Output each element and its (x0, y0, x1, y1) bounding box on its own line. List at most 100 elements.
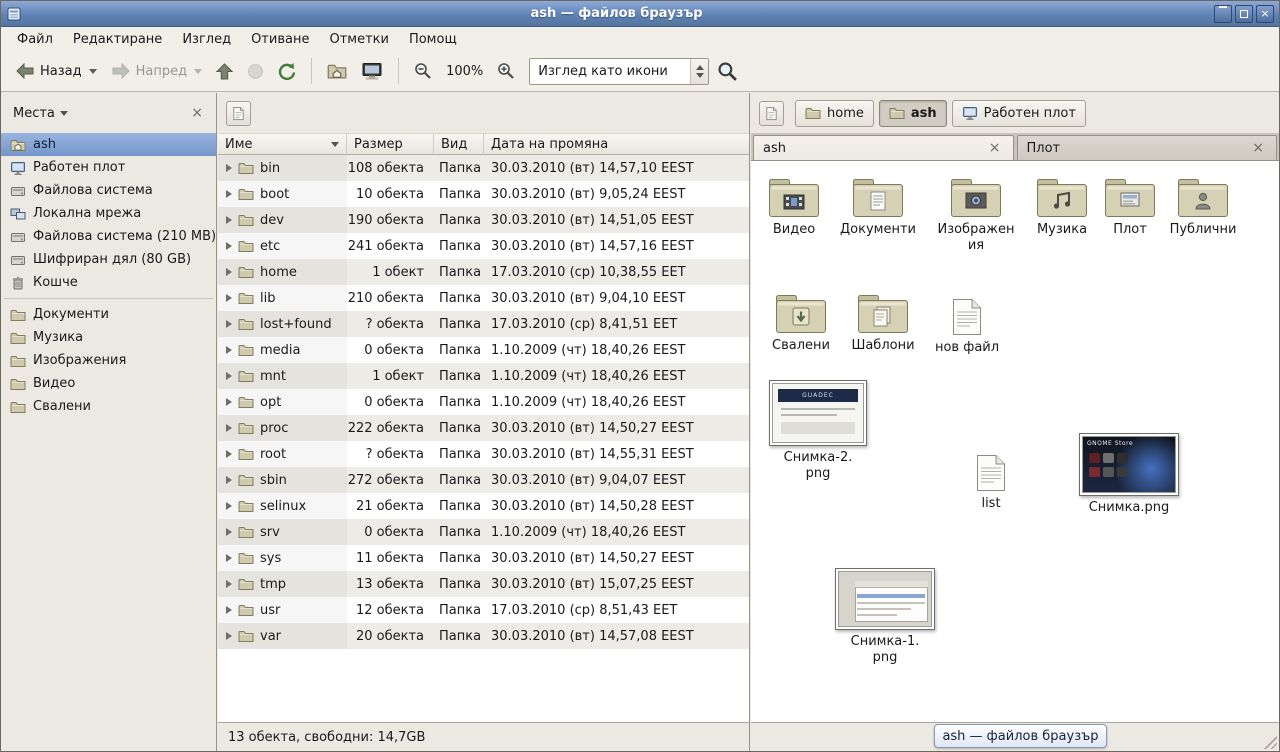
expander-icon[interactable] (226, 372, 232, 380)
table-row-opt[interactable]: opt0 обектаПапка1.10.2009 (чт) 18,40,26 … (218, 389, 749, 415)
menu-edit[interactable]: Редактиране (63, 29, 172, 50)
icon-item-images[interactable]: Изображен ия (935, 174, 1017, 255)
view-mode-select[interactable]: Изглед като икони (529, 58, 709, 85)
sidebar-item-filesystem[interactable]: Файлова система (1, 179, 216, 202)
table-row-bin[interactable]: bin108 обектаПапка30.03.2010 (вт) 14,57,… (218, 155, 749, 181)
icon-item-desktop[interactable]: Плот (1089, 174, 1171, 238)
sidebar-item-video[interactable]: Видео (1, 372, 216, 395)
column-header-size[interactable]: Размер (347, 133, 434, 155)
back-dropdown-icon[interactable] (89, 69, 97, 74)
titlebar[interactable]: ash — файлов браузър × (1, 1, 1279, 27)
table-row-boot[interactable]: boot10 обектаПапка30.03.2010 (вт) 9,05,2… (218, 181, 749, 207)
sidebar-item-images[interactable]: Изображения (1, 349, 216, 372)
table-row-home[interactable]: home1 обектПапка17.03.2010 (ср) 10,38,55… (218, 259, 749, 285)
icon-item-documents[interactable]: Документи (837, 174, 919, 238)
sidebar-item-filesystem-210[interactable]: Файлова система (210 MB) (1, 225, 216, 248)
path-button-home[interactable]: home (795, 100, 874, 127)
table-row-media[interactable]: media0 обектаПапка1.10.2009 (чт) 18,40,2… (218, 337, 749, 363)
table-row-sbin[interactable]: sbin272 обектаПапка30.03.2010 (вт) 9,04,… (218, 467, 749, 493)
menu-help[interactable]: Помощ (399, 29, 467, 50)
view-mode-spinner-icon[interactable] (690, 59, 708, 84)
expander-icon[interactable] (226, 190, 232, 198)
expander-icon[interactable] (226, 268, 232, 276)
expander-icon[interactable] (226, 320, 232, 328)
sidebar-item-downloads[interactable]: Свалени (1, 395, 216, 418)
expander-icon[interactable] (226, 606, 232, 614)
expander-icon[interactable] (226, 242, 232, 250)
computer-button[interactable] (355, 56, 389, 86)
icon-item-downloads[interactable]: Свалени (760, 290, 842, 354)
zoom-level-button[interactable]: 100% (440, 59, 489, 84)
home-button[interactable] (321, 56, 353, 86)
close-button[interactable]: × (1256, 5, 1274, 23)
expander-icon[interactable] (226, 398, 232, 406)
icon-grid[interactable]: ВидеоДокументиИзображен ияМузикаПлотПубл… (751, 161, 1279, 722)
window-menu-icon[interactable] (6, 6, 22, 22)
up-button[interactable] (210, 58, 239, 85)
column-header-name[interactable]: Име (218, 133, 347, 155)
path-button-desktop[interactable]: Работен плот (952, 100, 1086, 127)
reload-button[interactable] (272, 57, 302, 85)
resize-grip[interactable] (1262, 734, 1277, 749)
icon-item-snimka[interactable]: GNOME StoreСнимка.png (1075, 433, 1183, 516)
search-button[interactable] (711, 56, 744, 87)
expander-icon[interactable] (226, 502, 232, 510)
sidebar-item-ash[interactable]: ash (1, 133, 216, 156)
expander-icon[interactable] (226, 632, 232, 640)
icon-item-public[interactable]: Публични (1162, 174, 1244, 238)
table-row-tmp[interactable]: tmp13 обектаПапка30.03.2010 (вт) 15,07,2… (218, 571, 749, 597)
menu-view[interactable]: Изглед (172, 29, 241, 50)
zoom-in-button[interactable] (491, 57, 521, 85)
location-toggle-button[interactable] (226, 101, 251, 126)
sidebar-title[interactable]: Места (13, 106, 55, 121)
menu-go[interactable]: Отиване (241, 29, 319, 50)
table-row-sys[interactable]: sys11 обектаПапка30.03.2010 (вт) 14,50,2… (218, 545, 749, 571)
column-header-date[interactable]: Дата на промяна (484, 133, 749, 155)
table-row-srv[interactable]: srv0 обектаПапка1.10.2009 (чт) 18,40,26 … (218, 519, 749, 545)
sidebar-close-icon[interactable]: × (188, 105, 206, 121)
sidebar-item-encrypted-80[interactable]: Шифриран дял (80 GB) (1, 248, 216, 271)
sidebar-item-trash[interactable]: Кошче (1, 271, 216, 294)
table-row-mnt[interactable]: mnt1 обектПапка1.10.2009 (чт) 18,40,26 E… (218, 363, 749, 389)
expander-icon[interactable] (226, 424, 232, 432)
tab-close-icon[interactable]: × (986, 140, 1004, 156)
back-button[interactable]: Назад (9, 58, 103, 84)
table-row-etc[interactable]: etc241 обектаПапка30.03.2010 (вт) 14,57,… (218, 233, 749, 259)
sidebar-item-music[interactable]: Музика (1, 326, 216, 349)
icon-item-video[interactable]: Видео (753, 174, 835, 238)
expander-icon[interactable] (226, 164, 232, 172)
sidebar-item-documents[interactable]: Документи (1, 303, 216, 326)
column-header-type[interactable]: Вид (434, 133, 484, 155)
table-row-selinux[interactable]: selinux21 обектаПапка30.03.2010 (вт) 14,… (218, 493, 749, 519)
taskbar-window-button[interactable]: ash — файлов браузър (934, 724, 1107, 748)
expander-icon[interactable] (226, 450, 232, 458)
forward-button[interactable]: Напред (105, 58, 208, 84)
expander-icon[interactable] (226, 346, 232, 354)
menu-bookmarks[interactable]: Отметки (319, 29, 398, 50)
tab-plot[interactable]: Плот× (1017, 135, 1278, 160)
sidebar-item-local-network[interactable]: Локална мрежа (1, 202, 216, 225)
stop-button[interactable] (241, 58, 270, 85)
sidebar-item-desktop[interactable]: Работен плот (1, 156, 216, 179)
table-row-var[interactable]: var20 обектаПапка30.03.2010 (вт) 14,57,0… (218, 623, 749, 649)
zoom-out-button[interactable] (408, 57, 438, 85)
expander-icon[interactable] (226, 554, 232, 562)
path-button-ash[interactable]: ash (879, 100, 947, 127)
table-row-proc[interactable]: proc222 обектаПапка30.03.2010 (вт) 14,50… (218, 415, 749, 441)
minimize-button[interactable] (1214, 5, 1232, 23)
icon-item-snimka-1[interactable]: Снимка-1. png (831, 568, 939, 667)
icon-item-templates[interactable]: Шаблони (842, 290, 924, 354)
expander-icon[interactable] (226, 476, 232, 484)
table-row-lost+found[interactable]: lost+found? обектаПапка17.03.2010 (ср) 8… (218, 311, 749, 337)
location-toggle-button[interactable] (759, 101, 784, 126)
icon-item-new-file[interactable]: нов файл (926, 292, 1008, 356)
tab-close-icon[interactable]: × (1249, 140, 1267, 156)
expander-icon[interactable] (226, 528, 232, 536)
table-row-lib[interactable]: lib210 обектаПапка30.03.2010 (вт) 9,04,1… (218, 285, 749, 311)
expander-icon[interactable] (226, 580, 232, 588)
table-row-usr[interactable]: usr12 обектаПапка17.03.2010 (ср) 8,51,43… (218, 597, 749, 623)
sidebar-selector-caret-icon[interactable] (60, 111, 68, 116)
table-row-root[interactable]: root? обектаПапка30.03.2010 (вт) 14,55,3… (218, 441, 749, 467)
expander-icon[interactable] (226, 216, 232, 224)
icon-item-list[interactable]: list (950, 448, 1032, 512)
